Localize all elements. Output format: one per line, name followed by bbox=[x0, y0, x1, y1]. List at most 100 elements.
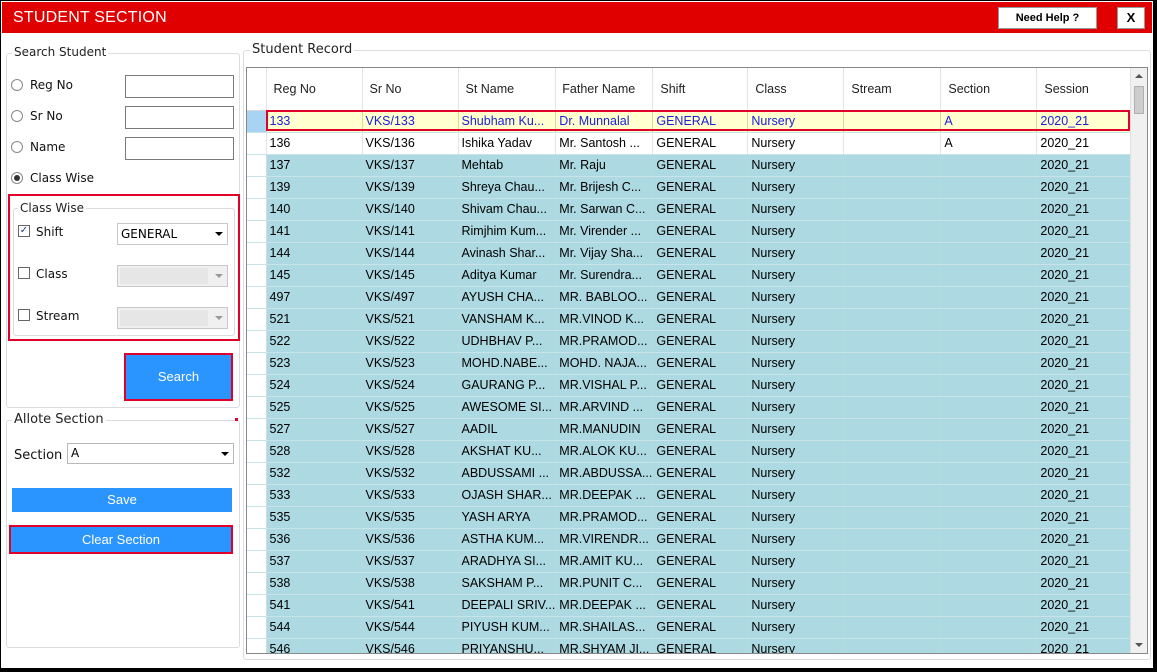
shift-select[interactable]: GENERAL bbox=[117, 223, 228, 245]
row-header[interactable] bbox=[247, 220, 267, 243]
table-row[interactable]: 537 VKS/537 ARADHYA SI... MR.AMIT KU... GENE… bbox=[247, 550, 1135, 573]
table-cell[interactable]: GENERAL bbox=[652, 572, 749, 595]
name-input[interactable] bbox=[125, 137, 234, 160]
table-cell[interactable]: 2020_21 bbox=[1036, 462, 1135, 485]
scroll-up-icon[interactable] bbox=[1135, 74, 1143, 78]
table-cell[interactable]: SAKSHAM P... bbox=[458, 572, 557, 595]
table-cell[interactable] bbox=[940, 374, 1038, 397]
table-cell[interactable]: Nursery bbox=[747, 110, 845, 133]
table-cell[interactable]: 2020_21 bbox=[1036, 132, 1135, 155]
table-cell[interactable]: 144 bbox=[266, 242, 363, 265]
table-cell[interactable]: Nursery bbox=[747, 462, 845, 485]
table-cell[interactable]: GAURANG P... bbox=[458, 374, 557, 397]
table-cell[interactable] bbox=[940, 198, 1038, 221]
table-cell[interactable]: VKS/525 bbox=[362, 396, 459, 419]
table-row[interactable]: 522 VKS/522 UDHBHAV P... MR.PRAMOD... GENERA… bbox=[247, 330, 1135, 353]
row-header[interactable] bbox=[247, 440, 267, 463]
table-row[interactable]: 137 VKS/137 Mehtab Mr. Raju GENERAL Nursery 20… bbox=[247, 154, 1135, 177]
table-row[interactable]: 533 VKS/533 OJASH SHAR... MR.DEEPAK ... GENE… bbox=[247, 484, 1135, 507]
table-cell[interactable]: 2020_21 bbox=[1036, 506, 1135, 529]
need-help-button[interactable]: Need Help ? bbox=[998, 7, 1097, 29]
table-cell[interactable]: GENERAL bbox=[652, 264, 749, 287]
table-cell[interactable]: MR.DEEPAK ... bbox=[555, 594, 654, 617]
table-cell[interactable] bbox=[940, 528, 1038, 551]
table-cell[interactable]: Mr. Vijay Sha... bbox=[555, 242, 654, 265]
column-header-class[interactable]: Class bbox=[747, 68, 845, 111]
table-cell[interactable] bbox=[843, 528, 942, 551]
table-cell[interactable] bbox=[843, 374, 942, 397]
table-cell[interactable]: 532 bbox=[266, 462, 363, 485]
table-cell[interactable]: MOHD.NABE... bbox=[458, 352, 557, 375]
table-cell[interactable] bbox=[940, 572, 1038, 595]
row-header[interactable] bbox=[247, 550, 267, 573]
table-cell[interactable]: GENERAL bbox=[652, 440, 749, 463]
table-cell[interactable]: Nursery bbox=[747, 220, 845, 243]
table-cell[interactable]: GENERAL bbox=[652, 638, 749, 653]
name-radio[interactable] bbox=[11, 141, 23, 153]
table-cell[interactable]: VKS/133 bbox=[362, 110, 459, 133]
table-cell[interactable]: VKS/546 bbox=[362, 638, 459, 653]
table-cell[interactable]: 2020_21 bbox=[1036, 484, 1135, 507]
table-cell[interactable]: VKS/523 bbox=[362, 352, 459, 375]
table-cell[interactable]: UDHBHAV P... bbox=[458, 330, 557, 353]
table-cell[interactable]: Nursery bbox=[747, 440, 845, 463]
table-cell[interactable]: 2020_21 bbox=[1036, 616, 1135, 639]
table-cell[interactable]: MR.VIRENDR... bbox=[555, 528, 654, 551]
table-cell[interactable]: 2020_21 bbox=[1036, 374, 1135, 397]
table-cell[interactable]: Aditya Kumar bbox=[458, 264, 557, 287]
table-cell[interactable]: 546 bbox=[266, 638, 363, 653]
table-cell[interactable] bbox=[843, 506, 942, 529]
table-cell[interactable] bbox=[843, 638, 942, 653]
class-wise-radio[interactable] bbox=[11, 172, 23, 184]
table-cell[interactable]: Mr. Brijesh C... bbox=[555, 176, 654, 199]
table-cell[interactable]: 2020_21 bbox=[1036, 528, 1135, 551]
table-cell[interactable]: ARADHYA SI... bbox=[458, 550, 557, 573]
table-cell[interactable]: Nursery bbox=[747, 286, 845, 309]
table-cell[interactable]: 538 bbox=[266, 572, 363, 595]
table-cell[interactable]: 544 bbox=[266, 616, 363, 639]
table-cell[interactable]: Mr. Santosh ... bbox=[555, 132, 654, 155]
table-cell[interactable]: VKS/137 bbox=[362, 154, 459, 177]
table-cell[interactable]: 2020_21 bbox=[1036, 396, 1135, 419]
table-cell[interactable]: 537 bbox=[266, 550, 363, 573]
table-cell[interactable]: YASH ARYA bbox=[458, 506, 557, 529]
column-header-father-name[interactable]: Father Name bbox=[555, 68, 654, 111]
table-row[interactable]: 139 VKS/139 Shreya Chau... Mr. Brijesh C...… bbox=[247, 176, 1135, 199]
class-select[interactable] bbox=[117, 265, 228, 287]
table-cell[interactable]: 497 bbox=[266, 286, 363, 309]
table-row[interactable]: 145 VKS/145 Aditya Kumar Mr. Surendra... GEN… bbox=[247, 264, 1135, 287]
class-checkbox[interactable] bbox=[18, 267, 30, 279]
table-cell[interactable]: GENERAL bbox=[652, 594, 749, 617]
table-cell[interactable]: GENERAL bbox=[652, 330, 749, 353]
table-cell[interactable]: MR. BABLOO... bbox=[555, 286, 654, 309]
table-cell[interactable]: Mr. Surendra... bbox=[555, 264, 654, 287]
table-cell[interactable]: VKS/524 bbox=[362, 374, 459, 397]
table-cell[interactable]: VKS/533 bbox=[362, 484, 459, 507]
row-header[interactable] bbox=[247, 572, 267, 595]
table-cell[interactable]: 2020_21 bbox=[1036, 220, 1135, 243]
table-row[interactable]: 523 VKS/523 MOHD.NABE... MOHD. NAJA... GENER… bbox=[247, 352, 1135, 375]
row-header[interactable] bbox=[247, 330, 267, 353]
table-cell[interactable]: Nursery bbox=[747, 550, 845, 573]
table-cell[interactable]: GENERAL bbox=[652, 154, 749, 177]
table-cell[interactable]: GENERAL bbox=[652, 550, 749, 573]
row-header[interactable] bbox=[247, 506, 267, 529]
table-cell[interactable]: VKS/541 bbox=[362, 594, 459, 617]
table-cell[interactable]: 528 bbox=[266, 440, 363, 463]
table-cell[interactable]: GENERAL bbox=[652, 418, 749, 441]
table-cell[interactable]: Ishika Yadav bbox=[458, 132, 557, 155]
table-cell[interactable]: Nursery bbox=[747, 176, 845, 199]
table-cell[interactable] bbox=[940, 462, 1038, 485]
row-header[interactable] bbox=[247, 396, 267, 419]
table-cell[interactable]: 535 bbox=[266, 506, 363, 529]
table-cell[interactable]: MR.AMIT KU... bbox=[555, 550, 654, 573]
table-cell[interactable]: Nursery bbox=[747, 638, 845, 653]
table-cell[interactable] bbox=[940, 638, 1038, 653]
table-cell[interactable]: 533 bbox=[266, 484, 363, 507]
table-cell[interactable]: VKS/522 bbox=[362, 330, 459, 353]
student-record-grid[interactable]: Reg No Sr No St Name Father Name Shift Class S… bbox=[246, 67, 1148, 654]
table-cell[interactable]: Nursery bbox=[747, 264, 845, 287]
column-header-shift[interactable]: Shift bbox=[652, 68, 749, 111]
table-cell[interactable]: Mr. Virender ... bbox=[555, 220, 654, 243]
table-cell[interactable]: 137 bbox=[266, 154, 363, 177]
